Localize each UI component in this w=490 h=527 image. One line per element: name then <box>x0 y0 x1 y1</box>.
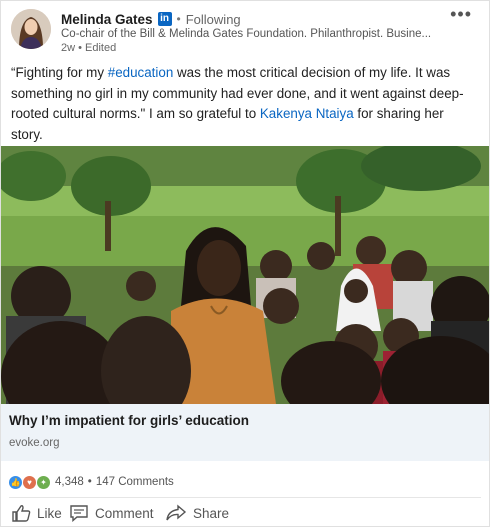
author-avatar[interactable] <box>11 9 51 49</box>
link-preview[interactable]: Why I’m impatient for girls’ education e… <box>1 404 489 461</box>
post-actions: Like Comment Share <box>1 501 489 527</box>
author-name[interactable]: Melinda Gates <box>61 12 153 27</box>
linkedin-influencer-icon: in <box>157 12 172 26</box>
post-text-part: “Fighting for my <box>11 65 108 80</box>
like-icon: 👍 <box>9 475 22 489</box>
share-button[interactable]: Share <box>165 504 229 522</box>
post-header: Melinda Gates in • Following Co-chair of… <box>1 1 489 59</box>
share-icon <box>166 504 187 521</box>
share-label: Share <box>193 505 230 521</box>
comment-count[interactable]: 147 Comments <box>96 476 174 488</box>
author-name-row: Melinda Gates in • Following <box>61 10 241 28</box>
more-options-button[interactable]: ••• <box>450 4 472 25</box>
post-body: “Fighting for my #education was the most… <box>11 63 479 145</box>
love-icon: ♥ <box>23 475 36 489</box>
hashtag-link[interactable]: #education <box>108 65 174 80</box>
separator-dot: • <box>176 12 181 26</box>
feed-post-card: Melinda Gates in • Following Co-chair of… <box>0 0 490 527</box>
author-headline: Co-chair of the Bill & Melinda Gates Fou… <box>61 28 432 40</box>
comment-icon <box>70 505 88 522</box>
thumbs-up-icon <box>12 505 31 522</box>
celebrate-icon: ✦ <box>37 475 50 489</box>
like-label: Like <box>37 505 62 521</box>
divider <box>9 497 481 498</box>
link-preview-title[interactable]: Why I’m impatient for girls’ education <box>9 413 249 428</box>
comment-label: Comment <box>95 505 154 521</box>
post-image[interactable] <box>1 146 489 404</box>
comment-button[interactable]: Comment <box>69 504 154 522</box>
post-timestamp: 2w • Edited <box>61 42 117 54</box>
social-counts[interactable]: 👍 ♥ ✦ 4,348 • 147 Comments <box>9 474 174 490</box>
mention-link[interactable]: Kakenya Ntaiya <box>260 106 354 121</box>
separator-dot: • <box>87 476 92 488</box>
like-button[interactable]: Like <box>11 504 62 522</box>
link-preview-source: evoke.org <box>9 437 60 449</box>
following-status[interactable]: Following <box>186 12 241 27</box>
reaction-count[interactable]: 4,348 <box>55 476 84 488</box>
